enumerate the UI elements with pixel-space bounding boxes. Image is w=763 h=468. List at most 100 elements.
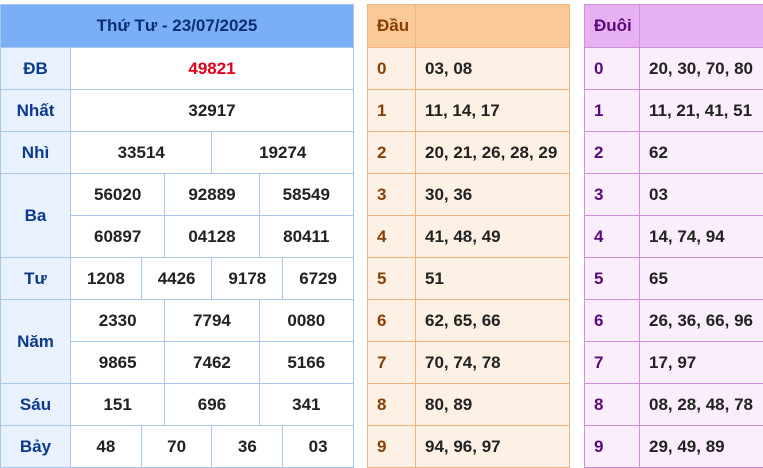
prize-row-nam-1: Năm 2330 7794 0080 xyxy=(1,300,354,342)
prize-row-nhi: Nhì 33514 19274 xyxy=(1,132,354,174)
duoi-digit: 0 xyxy=(585,48,640,90)
duoi-digit: 5 xyxy=(585,258,640,300)
dau-digit: 6 xyxy=(368,300,416,342)
duoi-digit: 2 xyxy=(585,132,640,174)
prize-label-sau: Sáu xyxy=(1,384,71,426)
prize-label-nhat: Nhất xyxy=(1,90,71,132)
dau-row: 770, 74, 78 xyxy=(368,342,570,384)
prize-value-bay-2: 70 xyxy=(141,426,212,468)
duoi-numbers: 62 xyxy=(640,132,763,174)
dau-title: Đầu xyxy=(368,5,416,48)
duoi-numbers: 26, 36, 66, 96 xyxy=(640,300,763,342)
duoi-digit: 9 xyxy=(585,426,640,468)
duoi-digit: 4 xyxy=(585,216,640,258)
duoi-title: Đuôi xyxy=(585,5,640,48)
duoi-numbers: 29, 49, 89 xyxy=(640,426,763,468)
prize-label-bay: Bảy xyxy=(1,426,71,468)
prize-value-nhat: 32917 xyxy=(71,90,354,132)
dau-row: 441, 48, 49 xyxy=(368,216,570,258)
prize-value-ba-1: 56020 xyxy=(71,174,165,216)
dau-numbers: 20, 21, 26, 28, 29 xyxy=(416,132,570,174)
dau-numbers: 03, 08 xyxy=(416,48,570,90)
duoi-numbers: 17, 97 xyxy=(640,342,763,384)
prize-value-ba-2: 92889 xyxy=(165,174,259,216)
prize-value-sau-1: 151 xyxy=(71,384,165,426)
dau-numbers: 11, 14, 17 xyxy=(416,90,570,132)
duoi-row: 303 xyxy=(585,174,763,216)
prize-value-tu-2: 4426 xyxy=(141,258,212,300)
dau-digit: 1 xyxy=(368,90,416,132)
prize-value-nhi-1: 33514 xyxy=(71,132,212,174)
dau-numbers: 30, 36 xyxy=(416,174,570,216)
prize-value-nam-6: 5166 xyxy=(259,342,353,384)
duoi-row: 808, 28, 48, 78 xyxy=(585,384,763,426)
dau-table: Đầu 003, 08111, 14, 17220, 21, 26, 28, 2… xyxy=(367,4,570,468)
prize-value-nam-4: 9865 xyxy=(71,342,165,384)
prize-value-db: 49821 xyxy=(71,48,354,90)
dau-digit: 5 xyxy=(368,258,416,300)
duoi-numbers: 20, 30, 70, 80 xyxy=(640,48,763,90)
prize-row-nhat: Nhất 32917 xyxy=(1,90,354,132)
prize-value-sau-3: 341 xyxy=(259,384,353,426)
duoi-numbers: 03 xyxy=(640,174,763,216)
prize-label-nhi: Nhì xyxy=(1,132,71,174)
duoi-row: 626, 36, 66, 96 xyxy=(585,300,763,342)
lottery-results-table: Thứ Tư - 23/07/2025 ĐB 49821 Nhất 32917 … xyxy=(0,4,354,468)
duoi-numbers: 14, 74, 94 xyxy=(640,216,763,258)
prize-value-sau-2: 696 xyxy=(165,384,259,426)
prize-label-nam: Năm xyxy=(1,300,71,384)
duoi-numbers: 11, 21, 41, 51 xyxy=(640,90,763,132)
prize-value-nhi-2: 19274 xyxy=(212,132,354,174)
dau-row: 994, 96, 97 xyxy=(368,426,570,468)
duoi-header-blank xyxy=(640,5,763,48)
duoi-table: Đuôi 020, 30, 70, 80111, 21, 41, 5126230… xyxy=(584,4,763,468)
prize-row-sau: Sáu 151 696 341 xyxy=(1,384,354,426)
dau-digit: 7 xyxy=(368,342,416,384)
dau-digit: 0 xyxy=(368,48,416,90)
duoi-numbers: 08, 28, 48, 78 xyxy=(640,384,763,426)
duoi-digit: 6 xyxy=(585,300,640,342)
duoi-digit: 1 xyxy=(585,90,640,132)
prize-label-db: ĐB xyxy=(1,48,71,90)
dau-digit: 3 xyxy=(368,174,416,216)
prize-row-db: ĐB 49821 xyxy=(1,48,354,90)
results-title: Thứ Tư - 23/07/2025 xyxy=(1,5,354,48)
duoi-row: 929, 49, 89 xyxy=(585,426,763,468)
prize-value-nam-2: 7794 xyxy=(165,300,259,342)
dau-digit: 9 xyxy=(368,426,416,468)
dau-row: 003, 08 xyxy=(368,48,570,90)
prize-row-ba-1: Ba 56020 92889 58549 xyxy=(1,174,354,216)
dau-numbers: 80, 89 xyxy=(416,384,570,426)
dau-numbers: 62, 65, 66 xyxy=(416,300,570,342)
dau-row: 111, 14, 17 xyxy=(368,90,570,132)
prize-value-ba-3: 58549 xyxy=(259,174,353,216)
prize-value-nam-5: 7462 xyxy=(165,342,259,384)
duoi-numbers: 65 xyxy=(640,258,763,300)
dau-digit: 4 xyxy=(368,216,416,258)
prize-value-tu-3: 9178 xyxy=(212,258,283,300)
prize-value-ba-6: 80411 xyxy=(259,216,353,258)
dau-numbers: 94, 96, 97 xyxy=(416,426,570,468)
dau-digit: 2 xyxy=(368,132,416,174)
dau-row: 330, 36 xyxy=(368,174,570,216)
prize-value-nam-3: 0080 xyxy=(259,300,353,342)
dau-numbers: 41, 48, 49 xyxy=(416,216,570,258)
prize-value-bay-1: 48 xyxy=(71,426,142,468)
prize-row-tu: Tư 1208 4426 9178 6729 xyxy=(1,258,354,300)
dau-row: 220, 21, 26, 28, 29 xyxy=(368,132,570,174)
duoi-row: 565 xyxy=(585,258,763,300)
dau-row: 880, 89 xyxy=(368,384,570,426)
duoi-digit: 3 xyxy=(585,174,640,216)
prize-value-ba-4: 60897 xyxy=(71,216,165,258)
prize-value-bay-4: 03 xyxy=(283,426,354,468)
dau-header-blank xyxy=(416,5,570,48)
prize-value-tu-4: 6729 xyxy=(283,258,354,300)
prize-label-tu: Tư xyxy=(1,258,71,300)
dau-row: 662, 65, 66 xyxy=(368,300,570,342)
prize-value-bay-3: 36 xyxy=(212,426,283,468)
prize-value-ba-5: 04128 xyxy=(165,216,259,258)
dau-numbers: 70, 74, 78 xyxy=(416,342,570,384)
dau-digit: 8 xyxy=(368,384,416,426)
prize-value-nam-1: 2330 xyxy=(71,300,165,342)
duoi-row: 414, 74, 94 xyxy=(585,216,763,258)
